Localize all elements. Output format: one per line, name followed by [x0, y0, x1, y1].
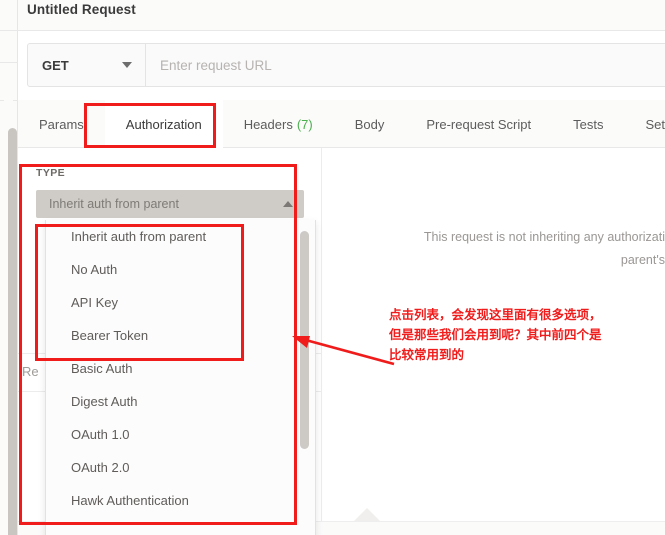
http-method-select[interactable]: GET: [28, 44, 146, 86]
window-scrollbar-track[interactable]: [4, 64, 17, 535]
tab-authorization-label: Authorization: [125, 116, 202, 132]
chevron-up-icon: [283, 201, 293, 207]
tab-pre-request-script[interactable]: Pre-request Script: [405, 100, 552, 148]
tab-tests[interactable]: Tests: [552, 100, 624, 148]
request-title-bar: Untitled Request: [18, 0, 665, 30]
inherit-auth-message: This request is not inheriting any autho…: [320, 226, 665, 272]
app-left-rail: [0, 0, 18, 535]
http-method-label: GET: [42, 57, 69, 73]
tab-headers-count: (7): [296, 116, 313, 132]
annotation-note: 点击列表，会发现这里面有很多选项， 但是那些我们会用到呢？其中前四个是 比较常用…: [389, 305, 654, 365]
tab-body[interactable]: Body: [334, 100, 406, 148]
dropdown-option-inherit-auth-from-parent[interactable]: Inherit auth from parent: [46, 220, 315, 253]
request-url-input[interactable]: Enter request URL: [146, 44, 665, 86]
annotation-note-line2: 但是那些我们会用到呢？其中前四个是: [389, 327, 602, 342]
tab-tests-label: Tests: [573, 116, 604, 132]
auth-type-dropdown[interactable]: Inherit auth from parent No Auth API Key…: [45, 220, 316, 535]
tab-settings-label: Settings: [645, 116, 665, 132]
dropdown-option-bearer-token[interactable]: Bearer Token: [46, 319, 315, 352]
authorization-left-pane: Re TYPE Inherit auth from parent Inherit…: [18, 148, 322, 535]
tab-headers-label: Headers: [243, 116, 293, 132]
tab-params-label: Params: [39, 116, 84, 132]
dropdown-option-hawk-authentication[interactable]: Hawk Authentication: [46, 484, 315, 517]
chevron-down-icon: [122, 62, 132, 68]
tab-settings[interactable]: Settings: [624, 100, 665, 148]
dropdown-option-oauth-1[interactable]: OAuth 1.0: [46, 418, 315, 451]
annotation-note-line3: 比较常用到的: [389, 347, 465, 362]
annotation-note-line1: 点击列表，会发现这里面有很多选项，: [389, 307, 602, 322]
auth-type-selected-value: Inherit auth from parent: [49, 197, 179, 211]
auth-type-label: TYPE: [36, 167, 66, 179]
dropdown-option-oauth-2[interactable]: OAuth 2.0: [46, 451, 315, 484]
tab-body-label: Body: [354, 116, 385, 132]
rail-divider-1: [0, 30, 18, 31]
inherit-auth-message-line2: parent's: [620, 253, 665, 267]
tab-authorization[interactable]: Authorization: [104, 100, 223, 148]
tab-params[interactable]: Params: [18, 100, 105, 148]
request-tabs-row: Params Authorization Headers (7) Body Pr…: [18, 100, 665, 148]
tab-pre-request-script-label: Pre-request Script: [426, 116, 532, 132]
window-scrollbar-thumb[interactable]: [8, 128, 17, 535]
inherit-auth-message-line1: This request is not inheriting any autho…: [423, 230, 665, 244]
page-title: Untitled Request: [27, 2, 136, 17]
dropdown-scrollbar-thumb[interactable]: [300, 231, 309, 449]
dropdown-option-no-auth[interactable]: No Auth: [46, 253, 315, 286]
postman-request-screen: Untitled Request GET Enter request URL P…: [0, 0, 665, 535]
response-label-obscured: Re: [22, 364, 39, 379]
dropdown-scrollbar-track[interactable]: [300, 223, 312, 535]
dropdown-option-api-key[interactable]: API Key: [46, 286, 315, 319]
dropdown-option-basic-auth[interactable]: Basic Auth: [46, 352, 315, 385]
request-main-column: Untitled Request GET Enter request URL P…: [18, 0, 665, 535]
url-row: GET Enter request URL: [18, 31, 665, 100]
dropdown-option-digest-auth[interactable]: Digest Auth: [46, 385, 315, 418]
rail-divider-2: [0, 62, 18, 63]
tab-headers[interactable]: Headers (7): [223, 100, 334, 148]
request-tabs: Params Authorization Headers (7) Body Pr…: [18, 100, 665, 148]
collapse-chevron-icon[interactable]: [354, 508, 380, 521]
url-bar: GET Enter request URL: [27, 43, 665, 87]
auth-type-select[interactable]: Inherit auth from parent: [36, 190, 304, 218]
